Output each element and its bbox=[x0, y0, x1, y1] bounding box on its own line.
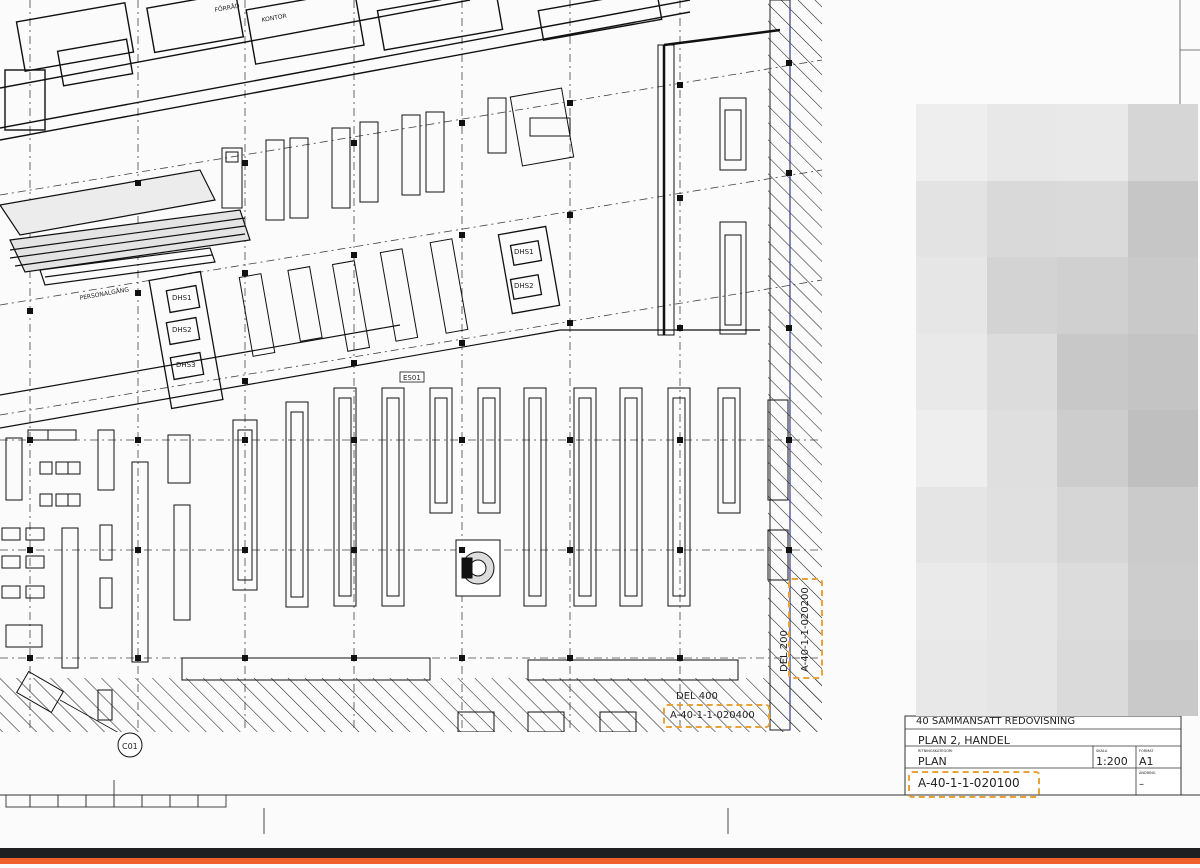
redacted-cell bbox=[1057, 410, 1128, 487]
redacted-cell bbox=[916, 104, 987, 181]
redacted-block bbox=[916, 104, 1198, 716]
room-label: DHS2 bbox=[514, 282, 534, 290]
bottom-bar-dark bbox=[0, 848, 1200, 858]
room-label: DHS2 bbox=[172, 326, 192, 334]
redacted-cell bbox=[1127, 333, 1198, 410]
redacted-cell bbox=[1127, 563, 1198, 640]
title-block: 40 SAMMANSATT REDOVISNING PLAN 2, HANDEL… bbox=[904, 715, 1182, 796]
redacted-cell bbox=[986, 486, 1057, 563]
bottom-bar bbox=[0, 848, 1200, 868]
redacted-cell bbox=[986, 333, 1057, 410]
redacted-cell bbox=[1057, 563, 1128, 640]
redacted-cell bbox=[1127, 639, 1198, 716]
tag-label: ES01 bbox=[403, 374, 421, 382]
title-block-format: A1 bbox=[1139, 755, 1154, 768]
section-label-del200: DEL 200 bbox=[779, 630, 790, 672]
section-label-del400: DEL 400 bbox=[676, 691, 718, 702]
redacted-cell bbox=[986, 410, 1057, 487]
title-block-scale: 1:200 bbox=[1096, 755, 1128, 768]
redacted-cell bbox=[1057, 639, 1128, 716]
redacted-cell bbox=[1127, 257, 1198, 334]
redacted-cell bbox=[1127, 104, 1198, 181]
redacted-cell bbox=[916, 410, 987, 487]
redacted-cell bbox=[1057, 333, 1128, 410]
title-block-type-label: RITNINGSKATEGORI bbox=[918, 749, 952, 753]
redacted-cell bbox=[986, 639, 1057, 716]
title-block-revision-label: ÄNDRING bbox=[1139, 770, 1156, 775]
title-block-scale-label: SKALA bbox=[1096, 749, 1108, 753]
redacted-cell bbox=[916, 333, 987, 410]
title-block-title: PLAN 2, HANDEL bbox=[918, 734, 1011, 747]
redacted-cell bbox=[1127, 180, 1198, 257]
redacted-cell bbox=[916, 180, 987, 257]
room-label: DHS1 bbox=[172, 294, 192, 302]
drawing-ref-vertical[interactable]: A-40-1-1-020200 bbox=[800, 587, 811, 672]
redacted-cell bbox=[986, 180, 1057, 257]
grid-bubble-label: C01 bbox=[122, 742, 138, 751]
redacted-cell bbox=[1057, 180, 1128, 257]
title-block-discipline: 40 SAMMANSATT REDOVISNING bbox=[916, 716, 1075, 727]
redacted-cell bbox=[1057, 486, 1128, 563]
redacted-cell bbox=[916, 257, 987, 334]
hatched-wall-bottom bbox=[0, 678, 822, 732]
hatched-wall-right bbox=[768, 0, 822, 732]
redacted-cell bbox=[1127, 410, 1198, 487]
title-block-type: PLAN bbox=[918, 755, 947, 768]
drawing-ref-horizontal[interactable]: A-40-1-1-020400 bbox=[670, 710, 755, 721]
bottom-bar-accent bbox=[0, 858, 1200, 864]
redacted-cell bbox=[916, 639, 987, 716]
room-label: DHS1 bbox=[514, 248, 534, 256]
redacted-cell bbox=[1057, 257, 1128, 334]
title-block-format-label: FORMAT bbox=[1139, 749, 1154, 753]
redacted-cell bbox=[916, 563, 987, 640]
redacted-cell bbox=[986, 257, 1057, 334]
redacted-cell bbox=[916, 486, 987, 563]
redacted-cell bbox=[1127, 486, 1198, 563]
title-block-revision: – bbox=[1139, 779, 1144, 790]
redacted-cell bbox=[1057, 104, 1128, 181]
drawing-viewer: FÖRRÅD KONTOR DHS1 DHS2 DHS3 DHS1 DHS2 P… bbox=[0, 0, 1200, 868]
redacted-cell bbox=[986, 104, 1057, 181]
title-block-drawing-number[interactable]: A-40-1-1-020100 bbox=[918, 776, 1020, 790]
redacted-cell bbox=[986, 563, 1057, 640]
